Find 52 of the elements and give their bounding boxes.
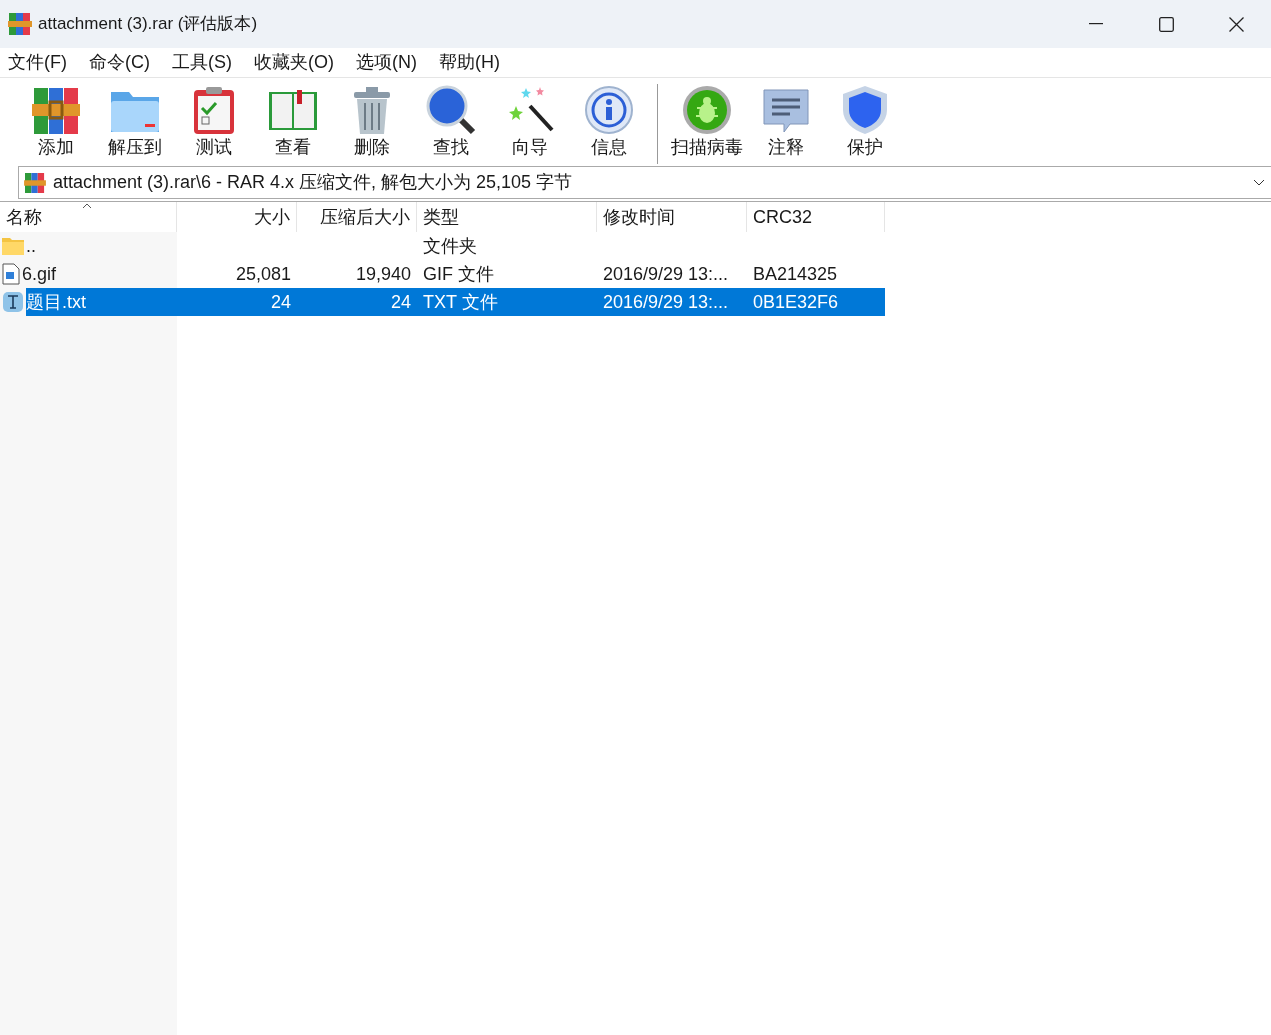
toolbar-button[interactable]: 保护 xyxy=(825,84,904,158)
sort-ascending-icon xyxy=(82,203,92,209)
magnifier-icon xyxy=(424,84,477,136)
table-cell-text: 19,940 xyxy=(355,262,411,286)
file-name[interactable]: 题目.txt xyxy=(26,288,177,316)
menu-item[interactable]: 工具(S) xyxy=(164,48,240,77)
info-icon xyxy=(582,84,635,136)
app-icon xyxy=(8,13,32,35)
toolbar-button[interactable]: 扫描病毒 xyxy=(667,84,746,164)
folder-icon xyxy=(2,237,24,255)
table-cell-text: 文件夹 xyxy=(423,234,477,258)
toolbar-button[interactable]: 测试 xyxy=(174,84,253,158)
close-icon xyxy=(1228,16,1244,32)
table-cell-text: 0B1E32F6 xyxy=(753,290,839,314)
maximize-icon xyxy=(1158,16,1174,32)
toolbar-button[interactable]: 删除 xyxy=(332,84,411,158)
column-header[interactable]: 名称 xyxy=(0,202,177,232)
file-name[interactable]: 6.gif xyxy=(22,260,177,288)
menu-item[interactable]: 命令(C) xyxy=(81,48,158,77)
minimize-icon xyxy=(1089,23,1103,25)
archive-icon xyxy=(23,172,47,193)
column-header[interactable]: CRC32 xyxy=(747,202,885,232)
address-text: attachment (3).rar\6 - RAR 4.x 压缩文件, 解包大小为 25,105 字节 xyxy=(53,171,573,194)
column-header[interactable]: 大小 xyxy=(177,202,297,232)
address-bar[interactable]: attachment (3).rar\6 - RAR 4.x 压缩文件, 解包大小为 25,105 字节 xyxy=(18,166,1271,199)
table-cell-text: GIF 文件 xyxy=(423,262,494,286)
menu-item[interactable]: 文件(F) xyxy=(0,48,75,77)
table-cell-text: BA214325 xyxy=(753,262,838,286)
toolbar-button[interactable]: 查看 xyxy=(253,84,332,158)
toolbar-button[interactable]: 向导 xyxy=(490,84,569,158)
window-title: attachment (3).rar (评估版本) xyxy=(38,13,258,36)
menu-item[interactable]: 帮助(H) xyxy=(431,48,508,77)
toolbar-button[interactable]: 解压到 xyxy=(95,84,174,158)
toolbar-button[interactable]: 添加 xyxy=(16,84,95,158)
column-header[interactable]: 类型 xyxy=(417,202,597,232)
column-header[interactable]: 压缩后大小 xyxy=(297,202,417,232)
table-cell-text: TXT 文件 xyxy=(423,290,498,314)
file-name[interactable]: .. xyxy=(26,232,177,260)
table-cell-text: 25,081 xyxy=(235,262,291,286)
table-cell-text: 24 xyxy=(390,290,411,314)
menu-item[interactable]: 选项(N) xyxy=(348,48,425,77)
menu-item[interactable]: 收藏夹(O) xyxy=(246,48,342,77)
table-cell-text: 24 xyxy=(270,290,291,314)
toolbar-button[interactable]: 注释 xyxy=(746,84,825,158)
toolbar-button[interactable]: 信息 xyxy=(569,84,648,158)
dropdown-chevron-icon xyxy=(1253,178,1265,187)
column-header[interactable]: 修改时间 xyxy=(597,202,747,232)
table-cell-text: 2016/9/29 13:... xyxy=(603,290,729,314)
bug-icon xyxy=(680,84,733,136)
table-cell-text: 2016/9/29 13:... xyxy=(603,262,729,286)
toolbar-button[interactable]: 查找 xyxy=(411,84,490,158)
text-file-icon xyxy=(2,291,24,313)
